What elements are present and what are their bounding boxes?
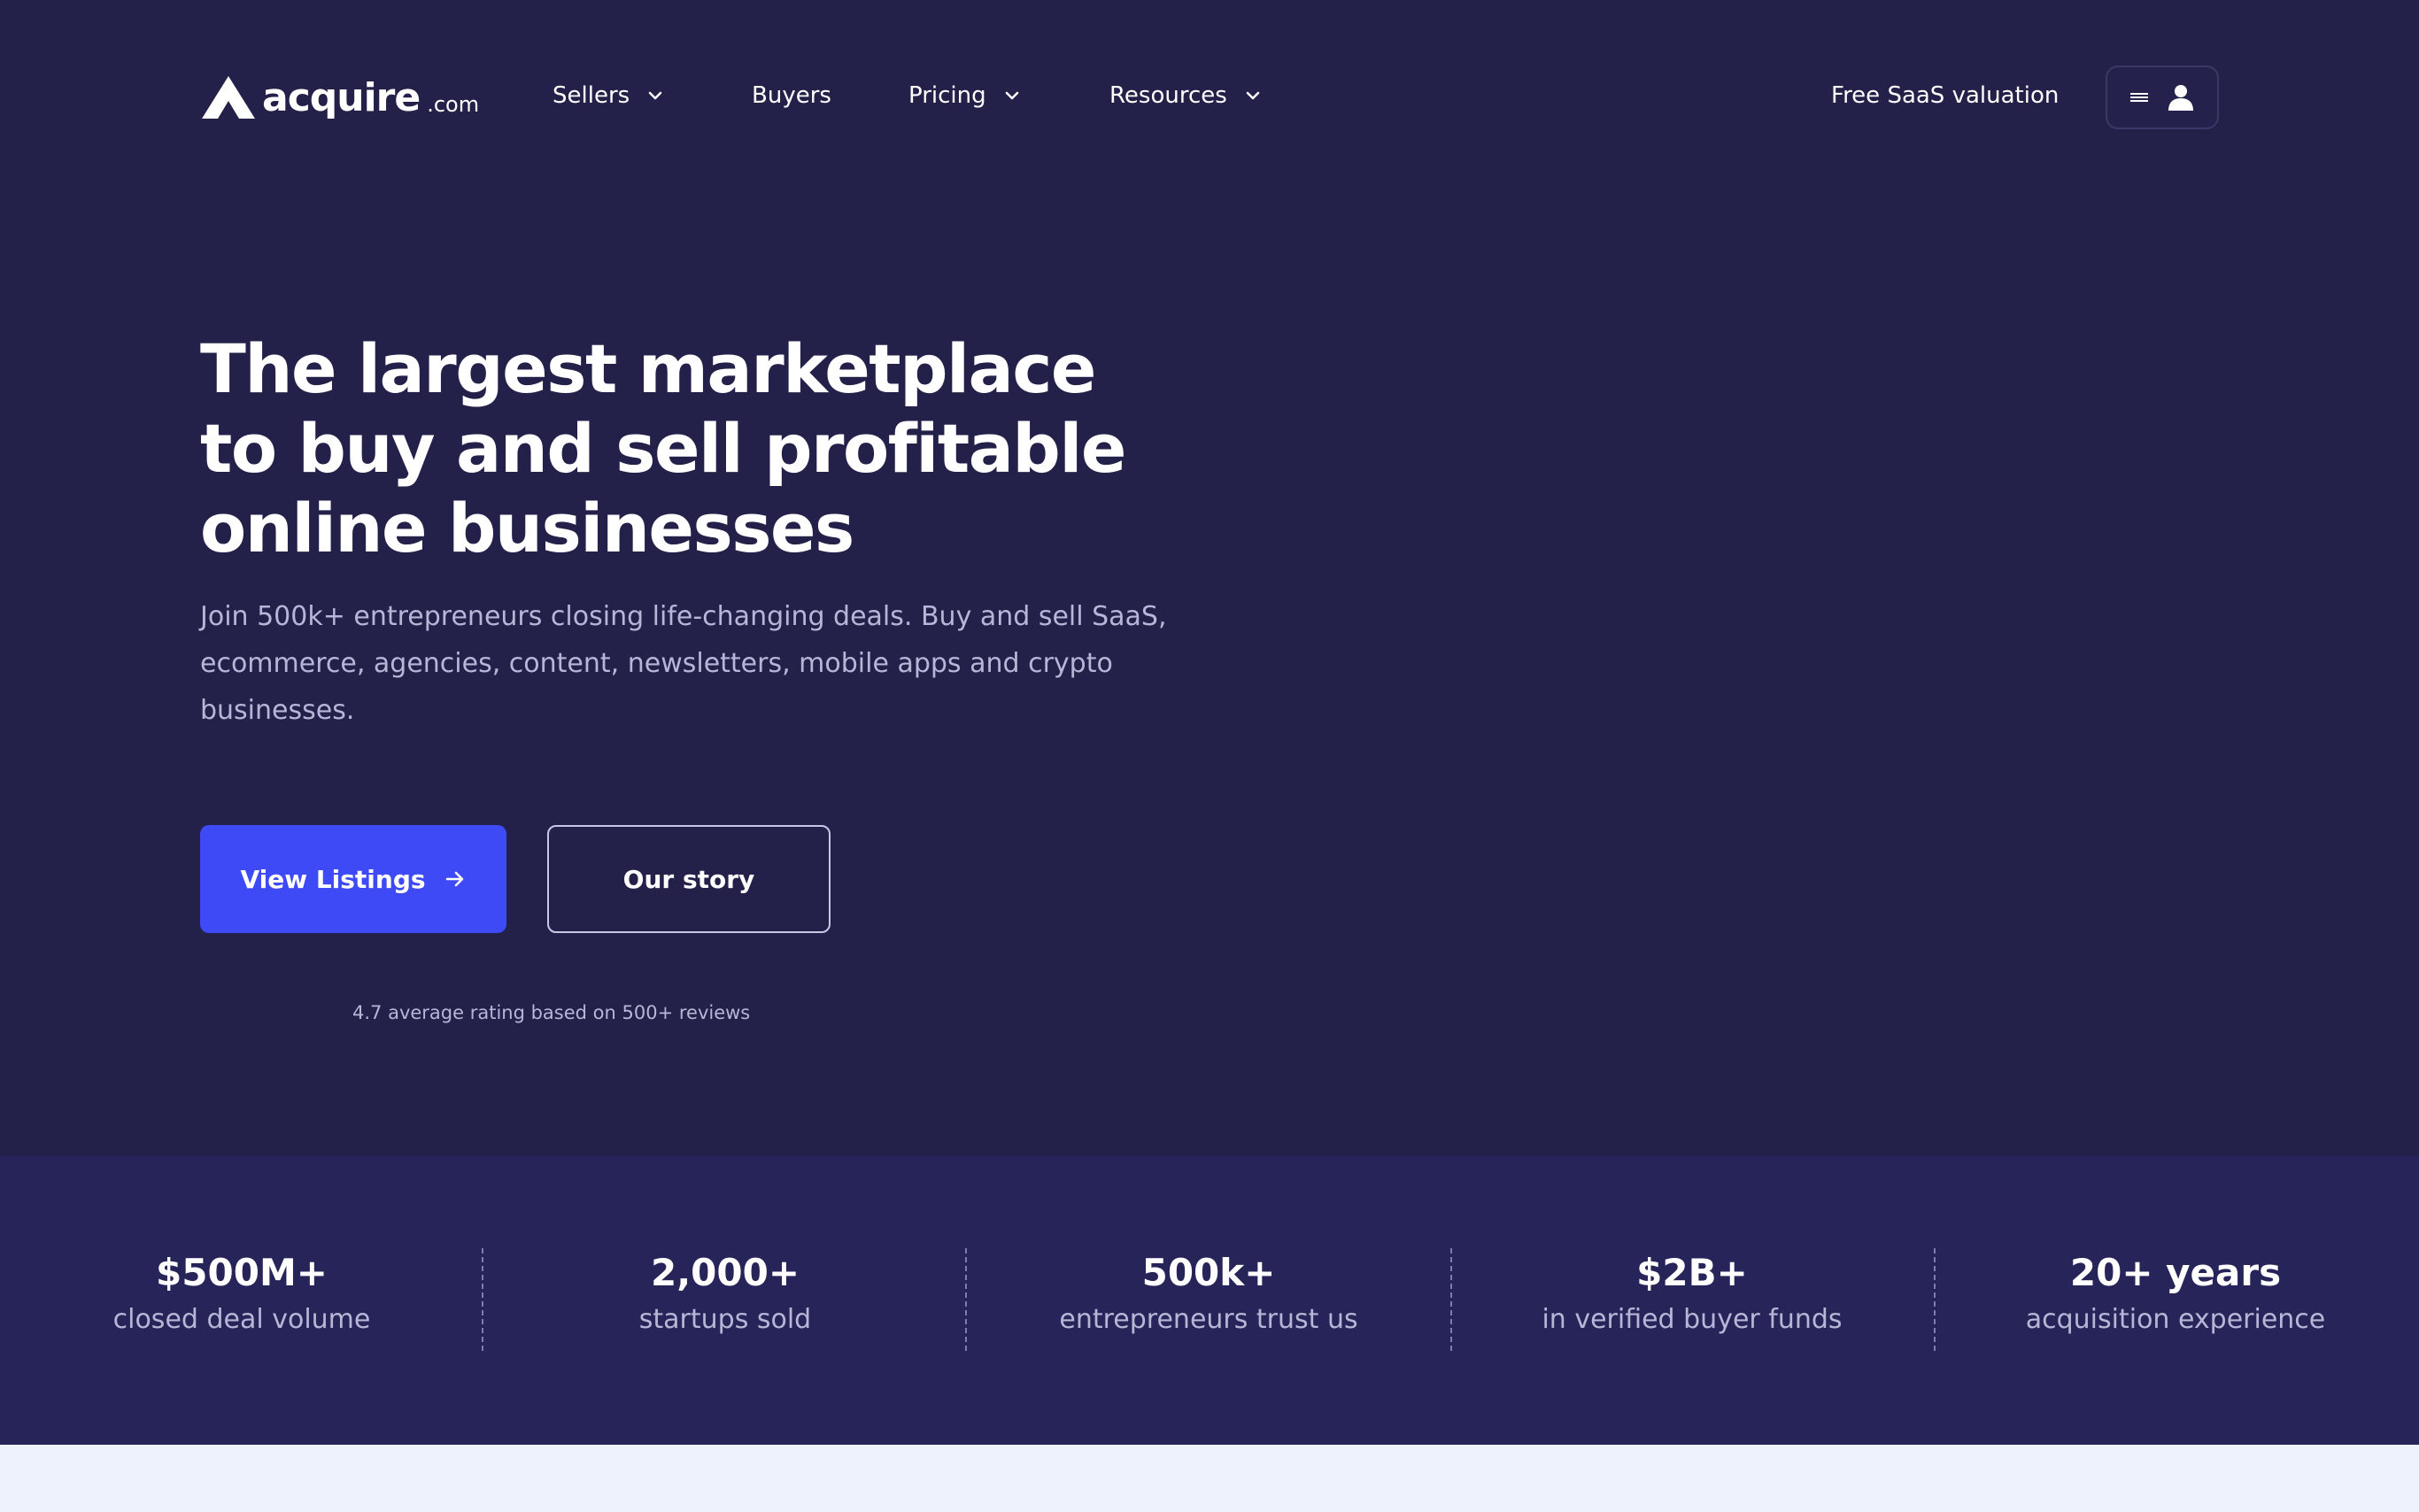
nav-item-sellers[interactable]: Sellers	[553, 74, 665, 117]
page: acquire .com Sellers Buyers Pricing Reso…	[0, 0, 2419, 1512]
view-listings-label: View Listings	[240, 864, 426, 894]
stat-value: 500k+	[1141, 1251, 1276, 1294]
stat-label: acquisition experience	[2025, 1304, 2326, 1335]
nav-item-pricing[interactable]: Pricing	[908, 74, 1022, 117]
menu-icon	[2130, 93, 2148, 102]
our-story-label: Our story	[622, 864, 755, 894]
stats-band: $500M+ closed deal volume 2,000+ startup…	[0, 1156, 2419, 1445]
nav-item-label: Buyers	[752, 82, 831, 109]
stat-item: $500M+ closed deal volume	[0, 1248, 483, 1342]
logo-tld: .com	[427, 92, 480, 117]
site-header: acquire .com Sellers Buyers Pricing Reso…	[0, 0, 2419, 195]
user-icon	[2168, 85, 2193, 111]
account-menu-button[interactable]	[2106, 66, 2219, 129]
free-saas-valuation-link[interactable]: Free SaaS valuation	[1831, 74, 2059, 117]
stat-item: 500k+ entrepreneurs trust us	[967, 1248, 1450, 1342]
stat-item: 2,000+ startups sold	[483, 1248, 967, 1342]
stat-item: 20+ years acquisition experience	[1934, 1248, 2417, 1342]
stat-label: startups sold	[638, 1304, 812, 1335]
stat-value: $500M+	[156, 1251, 328, 1294]
nav-item-resources[interactable]: Resources	[1109, 74, 1263, 117]
arrow-right-icon	[445, 871, 463, 887]
stat-label: closed deal volume	[112, 1304, 371, 1335]
stat-value: 2,000+	[650, 1251, 800, 1294]
hero-subtitle: Join 500k+ entrepreneurs closing life-ch…	[200, 601, 1167, 726]
acquire-logo[interactable]: acquire .com	[200, 73, 479, 122]
chevron-down-icon	[648, 91, 662, 100]
hero-title: The largest marketplace to buy and sell …	[200, 329, 1126, 567]
chevron-down-icon	[1005, 91, 1018, 100]
view-listings-button[interactable]: View Listings	[200, 825, 506, 933]
logo-wordmark: acquire	[262, 74, 421, 120]
next-section	[0, 1445, 2419, 1512]
nav-item-buyers[interactable]: Buyers	[752, 74, 831, 117]
nav-item-label: Pricing	[908, 82, 986, 109]
stat-label: entrepreneurs trust us	[1059, 1304, 1358, 1335]
stat-value: 20+ years	[2069, 1251, 2282, 1294]
stat-label: in verified buyer funds	[1542, 1304, 1843, 1335]
nav-item-label: Resources	[1109, 82, 1227, 109]
logo-mark-icon	[202, 76, 255, 119]
stat-item: $2B+ in verified buyer funds	[1450, 1248, 1934, 1342]
chevron-down-icon	[1246, 91, 1260, 100]
nav-item-label: Sellers	[553, 82, 630, 109]
rating-text: 4.7 average rating based on 500+ reviews	[352, 1002, 751, 1023]
stat-value: $2B+	[1636, 1251, 1748, 1294]
our-story-button[interactable]: Our story	[547, 825, 831, 933]
